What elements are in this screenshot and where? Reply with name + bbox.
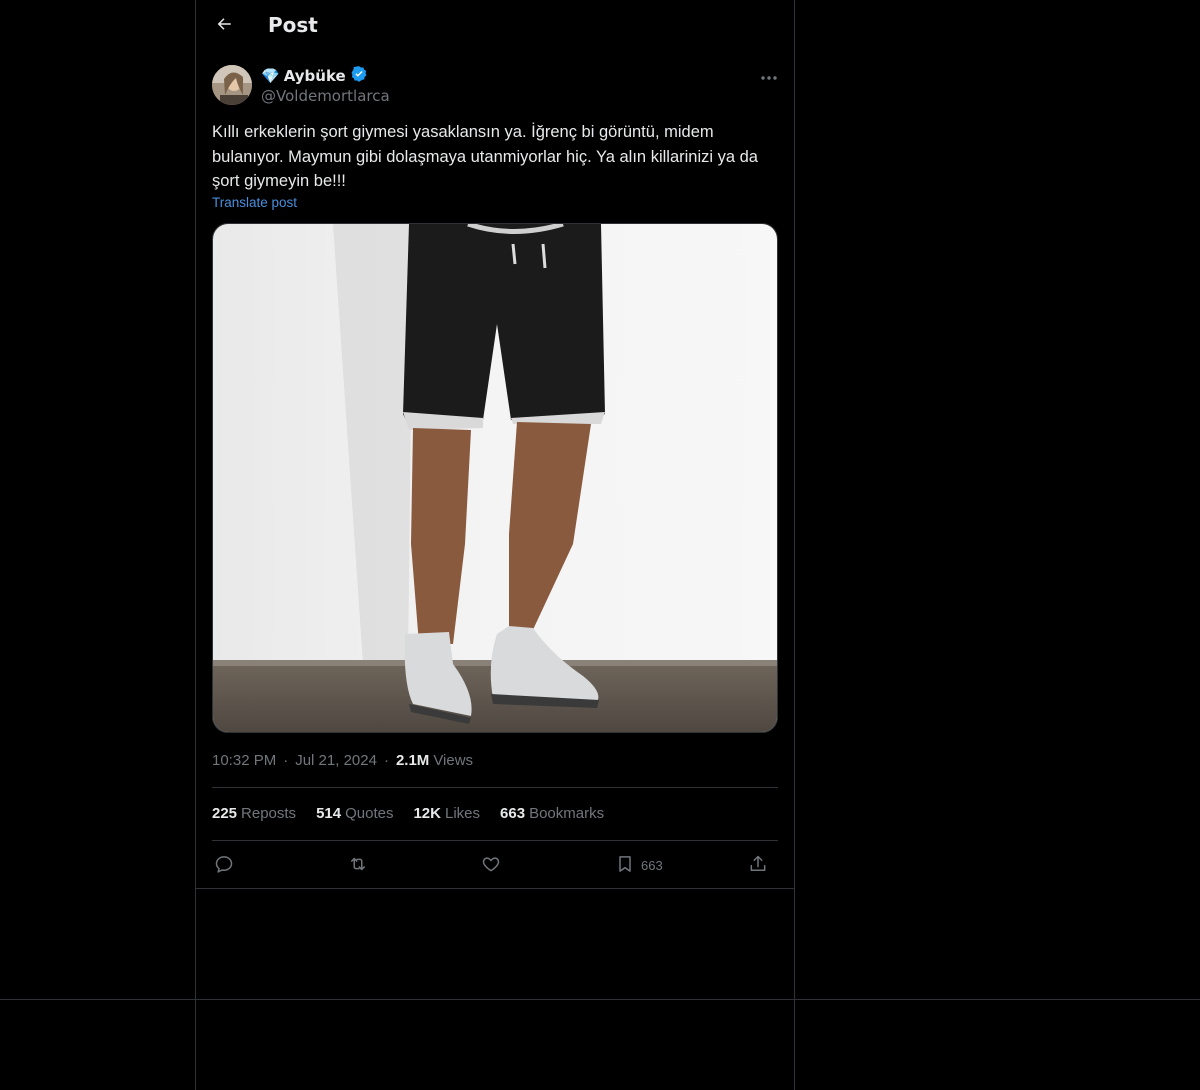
engagement-stats: 225 Reposts 514 Quotes 12K Likes 663 Bookmar… bbox=[212, 805, 604, 822]
bookmarks-stat[interactable]: 663 Bookmarks bbox=[500, 805, 604, 822]
reply-button[interactable] bbox=[214, 848, 234, 882]
views-count[interactable]: 2.1M bbox=[396, 752, 429, 769]
page-header: Post bbox=[196, 0, 794, 53]
tweet-photo[interactable] bbox=[212, 223, 778, 733]
bookmark-icon bbox=[615, 854, 635, 877]
share-button[interactable] bbox=[748, 848, 768, 882]
bookmark-count: 663 bbox=[641, 857, 663, 873]
quotes-stat[interactable]: 514 Quotes bbox=[316, 805, 393, 822]
bookmark-button[interactable]: 663 bbox=[615, 848, 663, 882]
likes-stat[interactable]: 12K Likes bbox=[413, 805, 480, 822]
page-title: Post bbox=[268, 13, 318, 37]
more-options-button[interactable] bbox=[752, 62, 786, 88]
tweet-bottom-divider bbox=[196, 888, 794, 889]
tweet-meta: 10:32 PM · Jul 21, 2024 · 2.1M Views bbox=[212, 752, 473, 769]
share-icon bbox=[748, 854, 768, 877]
tweet-date[interactable]: Jul 21, 2024 bbox=[295, 752, 377, 769]
back-button[interactable] bbox=[206, 8, 242, 44]
repost-button[interactable] bbox=[347, 848, 369, 882]
arrow-left-icon bbox=[215, 15, 233, 37]
translate-link[interactable]: Translate post bbox=[212, 195, 297, 210]
like-button[interactable] bbox=[481, 848, 501, 882]
avatar[interactable] bbox=[212, 65, 252, 105]
repost-icon bbox=[347, 854, 369, 877]
meta-separator: · bbox=[383, 752, 389, 769]
meta-separator: · bbox=[283, 752, 289, 769]
author-handle[interactable]: @Voldemortlarca bbox=[261, 87, 390, 105]
diamond-emoji: 💎 bbox=[261, 67, 280, 85]
author-display-name[interactable]: Aybüke bbox=[284, 67, 346, 85]
tweet-time[interactable]: 10:32 PM bbox=[212, 752, 276, 769]
reposts-stat[interactable]: 225 Reposts bbox=[212, 805, 296, 822]
reply-icon bbox=[214, 854, 234, 877]
divider bbox=[212, 787, 778, 788]
action-bar: 663 bbox=[212, 848, 778, 882]
verified-badge-icon bbox=[350, 65, 368, 87]
heart-icon bbox=[481, 854, 501, 877]
views-label: Views bbox=[433, 752, 474, 769]
primary-column: Post 💎 Aybüke @Voldemortlarca Kıllı erke… bbox=[195, 0, 795, 1090]
tweet-text: Kıllı erkeklerin şort giymesi yasaklansı… bbox=[212, 123, 758, 190]
divider bbox=[212, 840, 778, 841]
author-name-row: 💎 Aybüke bbox=[261, 66, 368, 86]
more-icon bbox=[760, 66, 778, 85]
